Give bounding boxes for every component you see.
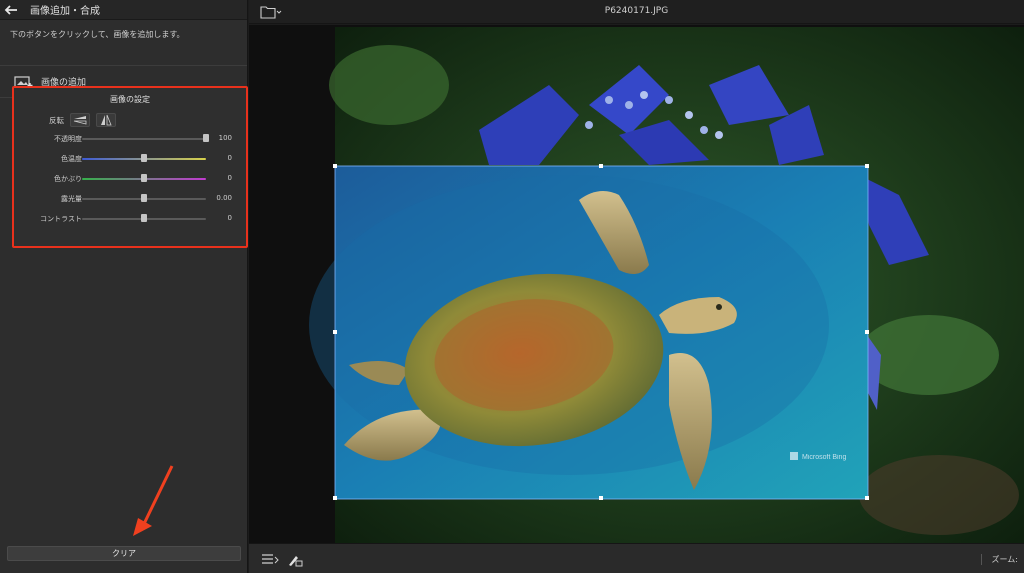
viewer-footer: ズーム: bbox=[249, 543, 1024, 573]
slider-row: 露光量 0.00 bbox=[14, 188, 246, 208]
slider-value: 0 bbox=[227, 174, 232, 182]
side-panel: 画像追加・合成 下のボタンをクリックして、画像を追加します。 画像の追加 画像の… bbox=[0, 0, 248, 573]
brush-button[interactable] bbox=[287, 552, 303, 571]
slider-label: 露光量 bbox=[61, 195, 82, 203]
slider-value: 0 bbox=[227, 214, 232, 222]
canvas-art: Microsoft Bing bbox=[309, 27, 1024, 543]
slider-value: 100 bbox=[218, 134, 232, 142]
overlay-image[interactable]: Microsoft Bing bbox=[309, 164, 869, 500]
slider-thumb[interactable] bbox=[141, 174, 147, 182]
flip-label: 反転 bbox=[49, 115, 64, 125]
slider-thumb[interactable] bbox=[203, 134, 209, 142]
annotation-arrow bbox=[133, 465, 174, 536]
watermark-text: Microsoft Bing bbox=[802, 454, 846, 461]
slider-track[interactable] bbox=[82, 154, 206, 162]
slider-list: 不透明度 100 色温度 0 色かぶり 0 露光量 0.00 コントラスト 0 bbox=[14, 128, 246, 228]
slider-row: 色温度 0 bbox=[14, 148, 246, 168]
slider-value: 0.00 bbox=[216, 194, 232, 202]
flip-row: 反転 bbox=[14, 112, 246, 128]
back-arrow-icon bbox=[4, 4, 17, 15]
slider-track[interactable] bbox=[82, 194, 206, 202]
image-canvas: Microsoft Bing bbox=[249, 25, 1024, 543]
image-settings-box: 画像の設定 反転 不透明度 100 色温度 0 色かぶり 0 露光量 0.00 コントラスト 0 bbox=[12, 86, 248, 248]
flip-horizontal-button[interactable] bbox=[96, 113, 116, 127]
slider-thumb[interactable] bbox=[141, 214, 147, 222]
layers-button[interactable] bbox=[261, 552, 279, 571]
slider-label: 色かぶり bbox=[54, 175, 82, 183]
back-button[interactable] bbox=[0, 0, 22, 20]
slider-label: コントラスト bbox=[40, 215, 82, 223]
settings-title: 画像の設定 bbox=[110, 95, 150, 104]
viewer-toolbar: P6240171.JPG bbox=[249, 0, 1024, 24]
flip-horizontal-icon bbox=[101, 114, 112, 126]
slider-label: 不透明度 bbox=[54, 135, 82, 143]
app-window: 画像追加・合成 下のボタンをクリックして、画像を追加します。 画像の追加 画像の… bbox=[0, 0, 1024, 573]
panel-title: 画像追加・合成 bbox=[30, 6, 100, 17]
flip-vertical-button[interactable] bbox=[70, 113, 90, 127]
brush-icon bbox=[289, 556, 303, 567]
panel-header: 画像追加・合成 bbox=[0, 0, 247, 20]
layers-icon bbox=[262, 554, 279, 564]
file-name: P6240171.JPG bbox=[604, 6, 669, 16]
slider-track[interactable] bbox=[82, 174, 206, 182]
flip-vertical-icon bbox=[73, 116, 87, 125]
slider-row: コントラスト 0 bbox=[14, 208, 246, 228]
slider-thumb[interactable] bbox=[141, 154, 147, 162]
slider-track[interactable] bbox=[82, 134, 209, 142]
slider-value: 0 bbox=[227, 154, 232, 162]
slider-row: 不透明度 100 bbox=[14, 128, 246, 148]
slider-thumb[interactable] bbox=[141, 194, 147, 202]
slider-track[interactable] bbox=[82, 214, 206, 222]
zoom-label: ズーム: bbox=[980, 554, 1018, 565]
slider-row: 色かぶり 0 bbox=[14, 168, 246, 188]
panel-hint: 下のボタンをクリックして、画像を追加します。 bbox=[0, 20, 247, 66]
slider-label: 色温度 bbox=[61, 155, 82, 163]
clear-button[interactable]: クリア bbox=[7, 546, 241, 561]
